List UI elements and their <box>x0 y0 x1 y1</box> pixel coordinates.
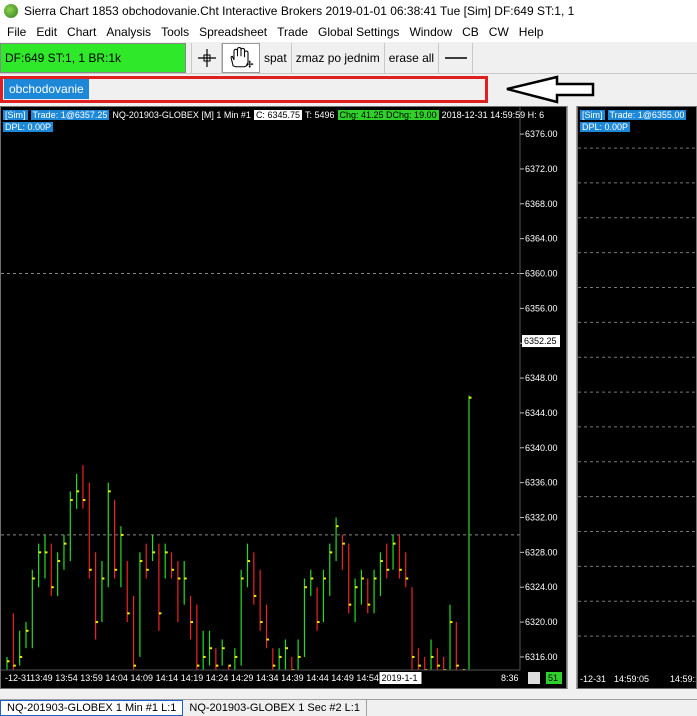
secondary-chart-panel[interactable]: -12-31 14:59:05 14:59:12 [Sim] Trade: 1@… <box>577 106 697 689</box>
right-chart-info-line: [Sim] Trade: 1@6355.00 <box>580 109 689 121</box>
y-tick-label-12: 6328.00 <box>525 547 558 557</box>
crosshair-button[interactable] <box>192 42 222 73</box>
price-bar-chart[interactable]: 6376.00 6372.00 6368.00 6364.00 6360.00 6356.… <box>1 107 566 688</box>
horizontal-line-icon <box>444 56 467 59</box>
chart-tabs-bar: NQ-201903-GLOBEX 1 Min #1 L:1 NQ-201903-… <box>0 699 697 716</box>
menu-trade[interactable]: Trade <box>272 25 313 39</box>
zmaz-po-jednim-button[interactable]: zmaz po jednim <box>292 42 385 73</box>
y-tick-label-0: 6376.00 <box>525 129 558 139</box>
y-tick-label-5: 6356.00 <box>525 303 558 313</box>
y-tick-label-4: 6360.00 <box>525 269 558 279</box>
menu-tools[interactable]: Tools <box>156 25 194 39</box>
bar-time-text: 2018-12-31 14:59:59 H: 6 <box>441 110 545 120</box>
control-bar: DF:649 ST:1, 1 BR:1k spat zmaz po jednim… <box>0 42 697 74</box>
y-tick-label-14: 6320.00 <box>525 617 558 627</box>
menu-window[interactable]: Window <box>404 25 457 39</box>
chart-info-line: [Sim] Trade: 1@6357.25 NQ-201903-GLOBEX … <box>3 109 547 121</box>
right-dpl-text: DPL: 0.00P <box>580 122 631 132</box>
close-price-text: C: 6345.75 <box>253 110 302 120</box>
y-tick-label-1: 6372.00 <box>525 164 558 174</box>
chart-tab-1sec[interactable]: NQ-201903-GLOBEX 1 Sec #2 L:1 <box>183 700 367 716</box>
x-tick-label-16: 8:36 <box>501 673 519 683</box>
y-tick-label-2: 6368.00 <box>525 199 558 209</box>
menu-cb[interactable]: CB <box>457 25 484 39</box>
x-tick-label-10: 14:34 <box>256 673 279 683</box>
window-title: Sierra Chart 1853 obchodovanie.Cht Inter… <box>24 4 575 18</box>
ticks-text: T: 5496 <box>304 110 335 120</box>
x-tick-label-15: 2019-1-1 <box>382 673 418 683</box>
symbol-text: NQ-201903-GLOBEX [M] 1 Min #1 <box>112 110 251 120</box>
menu-chart[interactable]: Chart <box>62 25 101 39</box>
x-tick-label-14: 14:54 <box>356 673 379 683</box>
menu-cw[interactable]: CW <box>484 25 514 39</box>
sierra-chart-logo-icon <box>4 4 18 18</box>
x-tick-label-1: 13:49 <box>30 673 53 683</box>
data-feed-status[interactable]: DF:649 ST:1, 1 BR:1k <box>0 42 186 73</box>
menu-bar: File Edit Chart Analysis Tools Spreadshe… <box>0 22 697 42</box>
x-tick-label-12: 14:44 <box>306 673 329 683</box>
menu-file[interactable]: File <box>2 25 31 39</box>
x-tick-label-6: 14:14 <box>156 673 179 683</box>
right-last-trade-text: Trade: 1@6355.00 <box>607 110 687 120</box>
right-x-label-0: -12-31 <box>580 674 606 684</box>
menu-global-settings[interactable]: Global Settings <box>313 25 404 39</box>
menu-edit[interactable]: Edit <box>31 25 62 39</box>
y-tick-label-15: 6316.00 <box>525 652 558 662</box>
change-text: Chg: 41.25 DChg: 19.00 <box>337 110 439 120</box>
x-tick-label-4: 14:04 <box>105 673 128 683</box>
y-tick-label-13: 6324.00 <box>525 582 558 592</box>
horizontal-line-button[interactable] <box>439 42 474 73</box>
right-x-label-2: 14:59:12 <box>670 674 696 684</box>
y-tick-label-7: 6348.00 <box>525 373 558 383</box>
annotation-highlight-box <box>0 76 488 103</box>
x-tick-label-11: 14:39 <box>281 673 304 683</box>
y-tick-label-10: 6336.00 <box>525 478 558 488</box>
x-tick-label-9: 14:29 <box>231 673 254 683</box>
right-x-label-1: 14:59:05 <box>614 674 649 684</box>
x-tick-label-2: 13:54 <box>55 673 78 683</box>
title-bar: Sierra Chart 1853 obchodovanie.Cht Inter… <box>0 0 697 22</box>
hand-move-icon <box>230 46 254 68</box>
right-sim-badge: [Sim] <box>580 110 605 120</box>
menu-help[interactable]: Help <box>514 25 549 39</box>
x-tick-label-7: 14:19 <box>181 673 204 683</box>
x-tick-label-8: 14:24 <box>206 673 229 683</box>
scroll-right-button <box>528 672 540 684</box>
menu-analysis[interactable]: Analysis <box>101 25 156 39</box>
current-price-label: 6352.25 <box>524 336 557 346</box>
x-tick-label-0: -12-31 <box>5 673 31 683</box>
x-tick-label-3: 13:59 <box>80 673 103 683</box>
main-chart-panel[interactable]: 6376.00 6372.00 6368.00 6364.00 6360.00 6356.… <box>0 106 567 689</box>
y-tick-label-11: 6332.00 <box>525 513 558 523</box>
chartbook-tab-row: obchodovanie <box>0 75 697 104</box>
crosshair-icon <box>197 48 216 67</box>
corner-badge-label: 51 <box>548 673 558 683</box>
y-tick-label-9: 6340.00 <box>525 443 558 453</box>
hand-pointer-button[interactable] <box>222 42 260 73</box>
x-tick-label-5: 14:09 <box>131 673 154 683</box>
secondary-chart-canvas[interactable]: -12-31 14:59:05 14:59:12 <box>578 107 696 688</box>
last-trade-text: Trade: 1@6357.25 <box>30 110 110 120</box>
x-tick-label-13: 14:49 <box>331 673 354 683</box>
y-tick-label-8: 6344.00 <box>525 408 558 418</box>
chart-splitter[interactable] <box>567 106 577 689</box>
annotation-arrow-icon <box>506 75 595 104</box>
sim-badge: [Sim] <box>3 110 28 120</box>
dpl-text: DPL: 0.00P <box>3 122 54 132</box>
chart-tab-1min[interactable]: NQ-201903-GLOBEX 1 Min #1 L:1 <box>0 700 184 716</box>
menu-spreadsheet[interactable]: Spreadsheet <box>194 25 272 39</box>
y-tick-label-3: 6364.00 <box>525 234 558 244</box>
spat-button[interactable]: spat <box>260 42 292 73</box>
erase-all-button[interactable]: erase all <box>385 42 440 73</box>
